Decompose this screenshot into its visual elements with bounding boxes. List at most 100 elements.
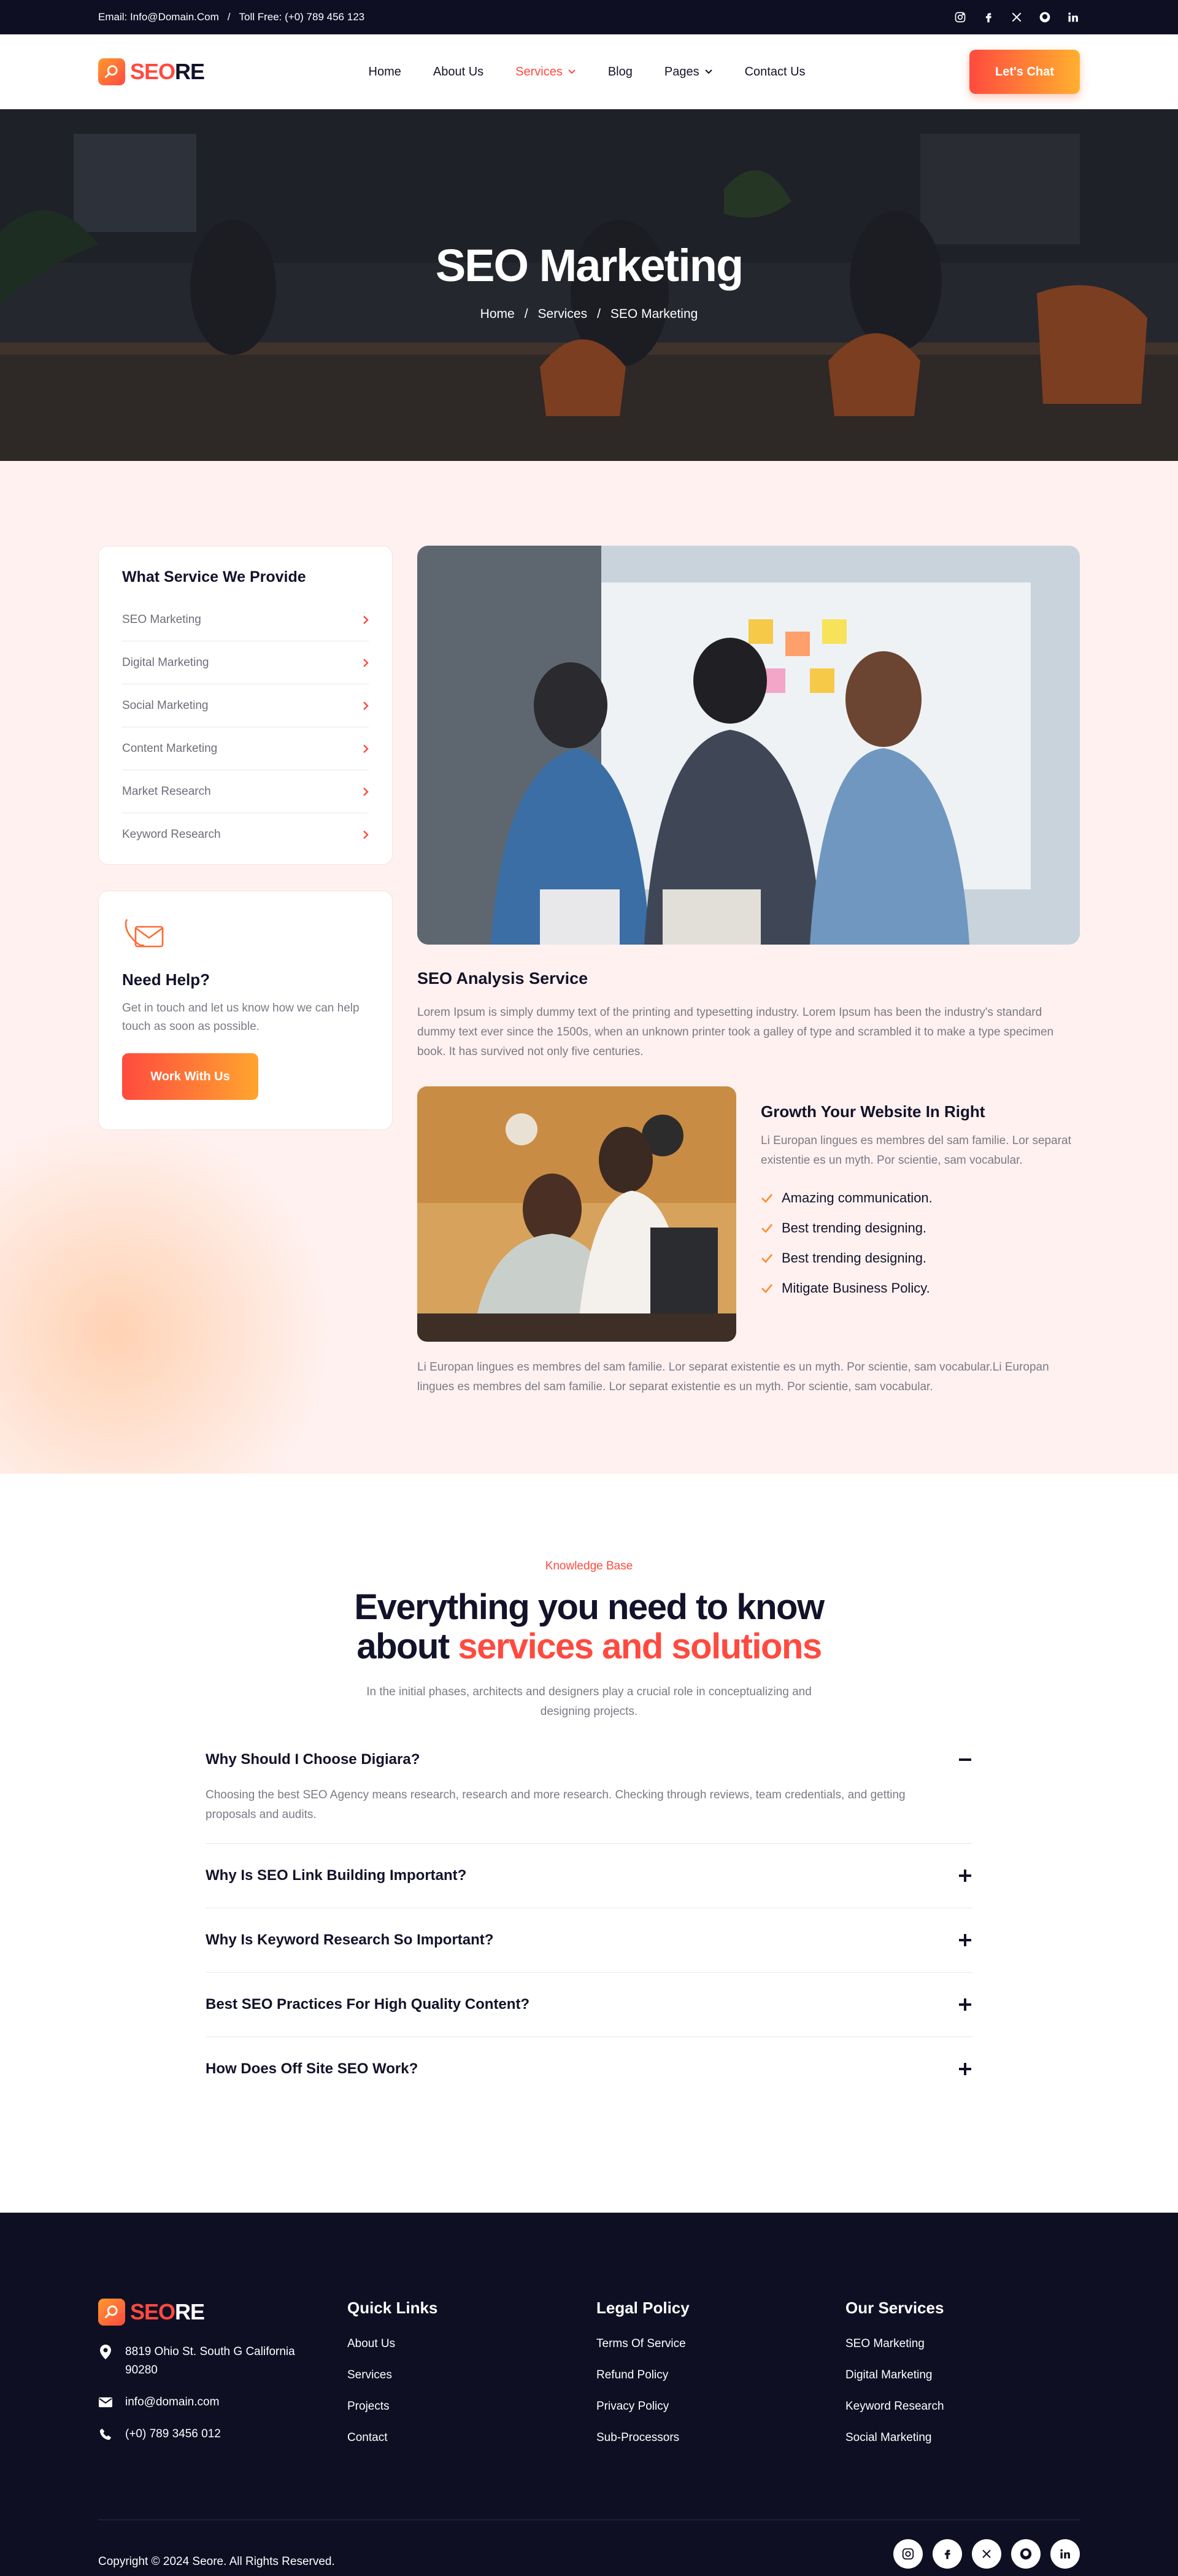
footer-link[interactable]: Services xyxy=(347,2369,437,2400)
footer-logo[interactable]: SEORE xyxy=(98,2299,319,2326)
chevron-right-icon xyxy=(363,744,369,753)
sidebar-item-digital-marketing[interactable]: Digital Marketing xyxy=(122,641,369,684)
footer-legal: Legal Policy Terms Of Service Refund Pol… xyxy=(596,2299,690,2462)
footer-email[interactable]: info@domain.com xyxy=(98,2393,319,2412)
linkedin-icon[interactable] xyxy=(1066,10,1080,24)
nav-contact-us[interactable]: Contact Us xyxy=(745,65,806,79)
faq-question: Why Should I Choose Digiara? xyxy=(206,1751,420,1768)
nav-services[interactable]: Services xyxy=(515,65,576,79)
footer-brand: SEORE 8819 Ohio St. South G California 9… xyxy=(98,2299,319,2443)
chevron-right-icon xyxy=(363,787,369,796)
sidebar-item-seo-marketing[interactable]: SEO Marketing xyxy=(122,598,369,641)
designers-desk-image xyxy=(417,1086,736,1342)
footer-quick-title: Quick Links xyxy=(347,2299,438,2317)
footer-link[interactable]: About Us xyxy=(347,2337,437,2369)
footer-link[interactable]: Terms Of Service xyxy=(596,2337,690,2369)
top-contact: Email: Info@Domain.Com / Toll Free: (+0)… xyxy=(98,11,364,23)
footer-link[interactable]: Social Marketing xyxy=(845,2431,944,2462)
sidebar-item-label: Digital Marketing xyxy=(122,656,209,669)
need-help-text: Get in touch and let us know how we can … xyxy=(122,1002,360,1033)
linkedin-icon[interactable] xyxy=(1050,2539,1080,2569)
check-label: Amazing communication. xyxy=(782,1189,933,1205)
lets-chat-button[interactable]: Let's Chat xyxy=(969,50,1080,94)
services-list-card: What Service We Provide SEO Marketing Di… xyxy=(98,546,393,865)
sidebar-item-content-marketing[interactable]: Content Marketing xyxy=(122,727,369,770)
service-heading: SEO Analysis Service xyxy=(417,969,588,988)
service-main-content: SEO Analysis Service Lorem Ipsum is simp… xyxy=(417,546,1080,1397)
footer-link[interactable]: Sub-Processors xyxy=(596,2431,690,2462)
footer-link[interactable]: Digital Marketing xyxy=(845,2369,944,2400)
sidebar-item-keyword-research[interactable]: Keyword Research xyxy=(122,813,369,856)
top-email[interactable]: Email: Info@Domain.Com xyxy=(98,11,219,23)
faq-title-line1: Everything you need to know xyxy=(354,1587,825,1627)
faq-answer: Choosing the best SEO Agency means resea… xyxy=(206,1789,906,1821)
footer-email-text: info@domain.com xyxy=(125,2396,220,2408)
site-logo[interactable]: SEORE xyxy=(98,58,205,85)
faq-question-toggle[interactable]: How Does Off Site SEO Work? xyxy=(206,2037,972,2101)
faq-question-toggle[interactable]: Why Is SEO Link Building Important? xyxy=(206,1844,972,1908)
faq-question-toggle[interactable]: Best SEO Practices For High Quality Cont… xyxy=(206,1973,972,2036)
nav-home-label: Home xyxy=(368,64,401,79)
footer-address-text: 8819 Ohio St. South G California 90280 xyxy=(125,2345,295,2377)
top-phone[interactable]: Toll Free: (+0) 789 456 123 xyxy=(239,11,365,23)
footer-link[interactable]: Projects xyxy=(347,2400,437,2431)
feature-checklist: Amazing communication. Best trending des… xyxy=(761,1183,1080,1303)
nav-about-us[interactable]: About Us xyxy=(433,65,483,79)
chevron-right-icon xyxy=(363,830,369,839)
site-header: SEORE Home About Us Services Blog Pages … xyxy=(0,34,1178,109)
top-socials xyxy=(953,10,1080,24)
footer-link[interactable]: Contact xyxy=(347,2431,437,2462)
breadcrumb-home[interactable]: Home xyxy=(480,307,515,321)
faq-title: Everything you need to know about servic… xyxy=(0,1588,1178,1666)
logo-text-re: RE xyxy=(175,2299,205,2324)
facebook-icon[interactable] xyxy=(933,2539,962,2569)
nav-pages[interactable]: Pages xyxy=(664,65,713,79)
instagram-icon[interactable] xyxy=(893,2539,923,2569)
github-icon[interactable] xyxy=(1038,10,1052,24)
decorative-glow xyxy=(0,1118,331,1474)
x-icon[interactable] xyxy=(1010,10,1023,24)
x-icon[interactable] xyxy=(972,2539,1001,2569)
faq-subtitle-line2: designing projects. xyxy=(540,1705,638,1718)
sidebar-item-label: Keyword Research xyxy=(122,828,221,841)
minus-icon[interactable] xyxy=(958,1752,972,1767)
top-bar: Email: Info@Domain.Com / Toll Free: (+0)… xyxy=(0,0,1178,34)
footer-link[interactable]: SEO Marketing xyxy=(845,2337,944,2369)
sidebar-item-social-marketing[interactable]: Social Marketing xyxy=(122,684,369,727)
nav-about-label: About Us xyxy=(433,64,484,79)
faq-kicker: Knowledge Base xyxy=(545,1560,633,1572)
nav-home[interactable]: Home xyxy=(369,65,401,79)
faq-question-toggle[interactable]: Why Should I Choose Digiara? xyxy=(206,1734,972,1785)
instagram-icon[interactable] xyxy=(953,10,967,24)
faq-question-toggle[interactable]: Why Is Keyword Research So Important? xyxy=(206,1908,972,1972)
growth-title: Growth Your Website In Right xyxy=(761,1102,985,1121)
growth-row: Growth Your Website In Right Li Europan … xyxy=(417,1086,1080,1342)
nav-pages-label: Pages xyxy=(664,64,699,79)
github-icon[interactable] xyxy=(1011,2539,1041,2569)
footer-socials xyxy=(893,2539,1080,2569)
mail-phone-icon xyxy=(125,919,164,948)
phone-icon xyxy=(98,2425,113,2443)
sidebar-item-market-research[interactable]: Market Research xyxy=(122,770,369,813)
plus-icon[interactable] xyxy=(958,1868,972,1883)
plus-icon[interactable] xyxy=(958,1997,972,2012)
footer-link[interactable]: Refund Policy xyxy=(596,2369,690,2400)
service-detail-section: What Service We Provide SEO Marketing Di… xyxy=(0,461,1178,1474)
nav-blog-label: Blog xyxy=(607,64,633,79)
faq-title-line2: about services and solutions xyxy=(0,1627,1178,1666)
nav-blog[interactable]: Blog xyxy=(608,65,633,79)
footer-services-title: Our Services xyxy=(845,2299,944,2317)
footer-phone[interactable]: (+0) 789 3456 012 xyxy=(98,2425,319,2443)
work-with-us-button[interactable]: Work With Us xyxy=(122,1053,258,1100)
footer-link[interactable]: Keyword Research xyxy=(845,2400,944,2431)
facebook-icon[interactable] xyxy=(982,10,995,24)
plus-icon[interactable] xyxy=(958,2062,972,2076)
list-item: Best trending designing. xyxy=(761,1213,1080,1243)
footer-link[interactable]: Privacy Policy xyxy=(596,2400,690,2431)
breadcrumb-services[interactable]: Services xyxy=(538,307,588,321)
faq-subtitle: In the initial phases, architects and de… xyxy=(0,1682,1178,1722)
breadcrumb-current: SEO Marketing xyxy=(610,307,698,321)
service-paragraph: Lorem Ipsum is simply dummy text of the … xyxy=(417,1006,1054,1058)
faq-question: Why Is SEO Link Building Important? xyxy=(206,1867,467,1884)
plus-icon[interactable] xyxy=(958,1933,972,1947)
